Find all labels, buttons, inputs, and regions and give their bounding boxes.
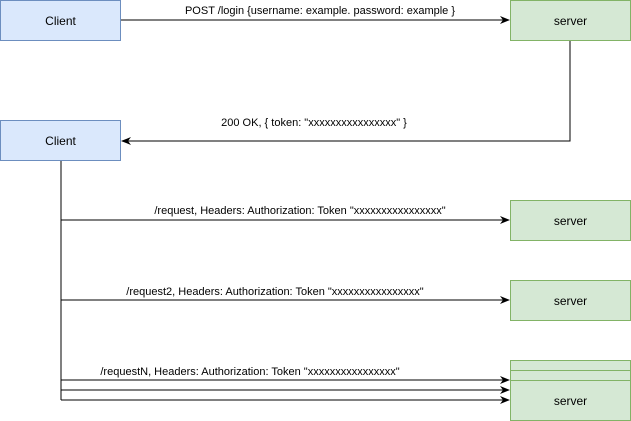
server-label: server — [554, 294, 587, 308]
client-label: Client — [45, 14, 76, 28]
client-node-2[interactable]: Client — [0, 120, 121, 161]
server-stack-node[interactable]: server — [510, 360, 631, 421]
request-2-label: /request2, Headers: Authorization: Token… — [126, 286, 423, 298]
server-label: server — [554, 214, 587, 228]
server-label: server — [554, 14, 587, 28]
server-node-3[interactable]: server — [510, 280, 631, 321]
request-n-label: /requestN, Headers: Authorization: Token… — [100, 366, 399, 378]
token-response-label: 200 OK, { token: "xxxxxxxxxxxxxxxx" } — [221, 117, 407, 129]
client-label: Client — [45, 134, 76, 148]
client-node-1[interactable]: Client — [0, 0, 121, 41]
server-node-1[interactable]: server — [510, 0, 631, 41]
request-1-label: /request, Headers: Authorization: Token … — [154, 205, 445, 217]
server-label: server — [554, 394, 587, 408]
server-node-2[interactable]: server — [510, 200, 631, 241]
token-auth-diagram: POST /login {username: example. password… — [0, 0, 631, 421]
login-label: POST /login {username: example. password… — [185, 5, 455, 17]
